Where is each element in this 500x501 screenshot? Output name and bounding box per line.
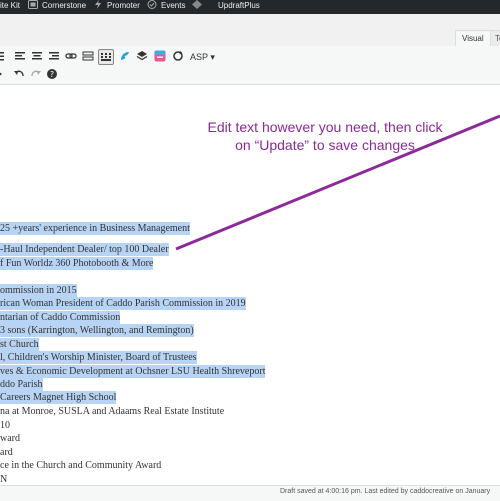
events-icon xyxy=(147,0,157,9)
editor-status-bar: Draft saved at 4:00:16 pm. Last edited b… xyxy=(0,485,500,501)
svg-text:?: ? xyxy=(50,70,54,79)
admin-bar-label: UpdraftPlus xyxy=(218,1,260,10)
refresh-icon[interactable] xyxy=(172,50,184,64)
admin-bar-item-promoter[interactable]: Promoter xyxy=(93,0,140,14)
asp-dropdown[interactable]: ASP ▾ xyxy=(190,50,215,64)
content-line[interactable]: 3 sons (Karrington, Wellington, and Remi… xyxy=(0,324,194,337)
toolbar-toggle-icon[interactable] xyxy=(98,49,114,65)
admin-bar-item-site-kit[interactable]: ite Kit xyxy=(0,0,20,14)
align-left-icon[interactable] xyxy=(14,50,26,64)
content-line[interactable]: ce in the Church and Community Award xyxy=(0,459,161,472)
content-line[interactable]: l, Children's Worship Minister, Board of… xyxy=(0,351,197,364)
indent-icon[interactable] xyxy=(0,68,6,82)
admin-bar-item-cornerstone[interactable]: Cornerstone xyxy=(28,0,86,14)
tab-visual[interactable]: Visual xyxy=(455,30,491,47)
admin-bar-label: Events xyxy=(161,1,186,10)
admin-bar-item-updraft[interactable]: UpdraftPlus xyxy=(192,0,260,14)
content-line[interactable]: -Haul Independent Dealer/ top 100 Dealer xyxy=(0,243,169,256)
content-line[interactable]: rican Woman President of Caddo Parish Co… xyxy=(0,297,246,310)
content-line[interactable]: ard xyxy=(0,446,13,459)
content-line[interactable]: ward xyxy=(0,432,20,445)
admin-bar-label: Cornerstone xyxy=(42,1,87,10)
annotation-line-1: Edit text however you need, then click xyxy=(207,119,443,135)
cornerstone-icon xyxy=(28,0,38,9)
draft-saved-status: Draft saved at 4:00:16 pm. Last edited b… xyxy=(280,488,491,495)
admin-bar-item-events[interactable]: Events xyxy=(147,0,185,14)
redo-icon[interactable] xyxy=(30,68,42,82)
bolt-icon xyxy=(93,0,103,9)
content-line[interactable]: Careers Magnet High School xyxy=(0,391,117,404)
content-line[interactable]: ves & Economic Development at Ochsner LS… xyxy=(0,365,266,378)
editor-tabs-row xyxy=(0,14,500,46)
align-center-icon[interactable] xyxy=(31,50,43,64)
updraft-icon xyxy=(192,0,202,9)
shortcode-icon[interactable] xyxy=(154,50,166,64)
content-line[interactable]: ommission in 2015 xyxy=(0,284,77,297)
list-icon[interactable] xyxy=(0,50,6,64)
help-icon[interactable]: ? xyxy=(46,68,58,82)
content-line[interactable]: ntarian of Caddo Commission xyxy=(0,311,121,324)
annotation-line-2: on “Update” to save changes xyxy=(235,137,415,153)
content-line[interactable]: st Church xyxy=(0,338,39,351)
admin-bar: ite Kit Cornerstone Promoter Events Updr… xyxy=(0,0,500,14)
editor-toolbar-secondary: ? xyxy=(0,66,500,85)
content-line[interactable]: 10 xyxy=(0,419,10,432)
content-line[interactable]: na at Monroe, SUSLA and Adaams Real Esta… xyxy=(0,405,224,418)
content-line[interactable]: ddo Parish xyxy=(0,378,43,391)
fusion-icon[interactable] xyxy=(119,50,131,64)
content-line[interactable]: 25 +years' experience in Business Manage… xyxy=(0,222,190,235)
admin-bar-label: Promoter xyxy=(107,1,140,10)
read-more-icon[interactable] xyxy=(82,50,94,64)
instruction-annotation: Edit text however you need, then click o… xyxy=(180,118,470,154)
link-icon[interactable] xyxy=(65,50,77,64)
align-right-icon[interactable] xyxy=(48,50,60,64)
layers-icon[interactable] xyxy=(136,50,148,64)
undo-icon[interactable] xyxy=(13,68,25,82)
content-line[interactable]: f Fun Worldz 360 Photobooth & More xyxy=(0,257,154,270)
